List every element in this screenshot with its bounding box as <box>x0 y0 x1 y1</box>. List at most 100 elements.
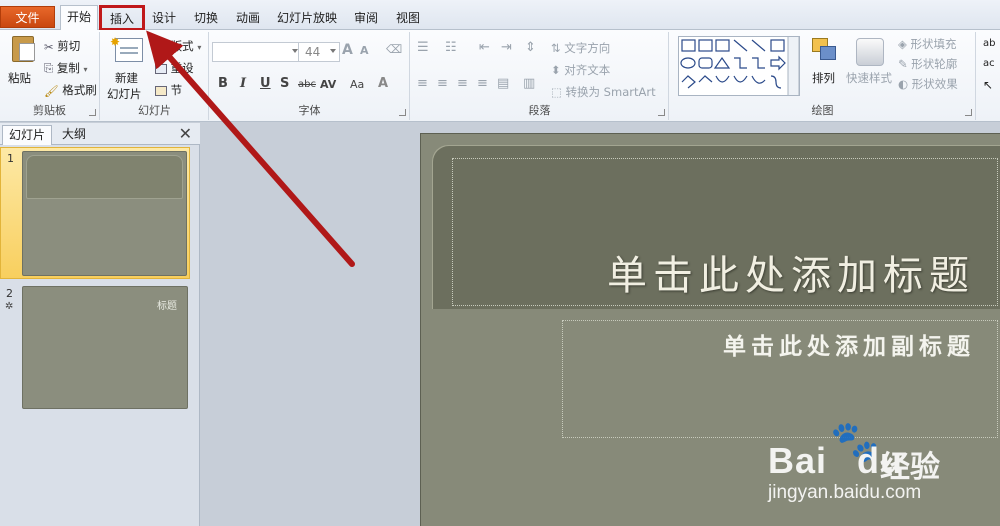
shrink-font-button[interactable]: A <box>360 44 369 57</box>
distributed-icon[interactable]: ▤ <box>497 76 509 91</box>
copy-button[interactable]: ⎘ 复制 ▾ <box>44 60 88 76</box>
justify-icon[interactable]: ≡ <box>477 76 488 91</box>
layout-button[interactable]: 版式 ▾ <box>155 38 201 54</box>
ribbon-tab-bar: 文件 开始 插入 设计 切换 动画 幻灯片放映 审阅 视图 <box>0 0 1000 31</box>
effects-icon: ◐ <box>898 77 909 91</box>
drawing-group-label: 绘图 <box>811 104 834 117</box>
align-text-button[interactable]: ⬍ 对齐文本 <box>551 62 610 78</box>
format-painter-button[interactable]: 🖌 格式刷 <box>44 82 97 98</box>
font-size-value: 44 <box>305 45 321 59</box>
drawing-launcher[interactable] <box>965 109 972 116</box>
scissors-icon: ✂ <box>44 39 54 54</box>
arrange-label: 排列 <box>812 71 835 85</box>
slide-number-1: 1 <box>7 152 14 165</box>
quick-styles-label: 快速样式 <box>846 71 892 85</box>
paste-button[interactable]: 粘贴 <box>8 34 38 88</box>
reset-button[interactable]: 重设 <box>155 60 194 76</box>
clipboard-launcher[interactable] <box>89 109 96 116</box>
replace-icon[interactable]: ac <box>983 58 995 69</box>
font-size-combo[interactable]: 44 <box>298 42 340 62</box>
align-text-icon: ⬍ <box>551 63 561 77</box>
reset-icon <box>155 63 167 74</box>
arrange-button[interactable]: 排列 <box>808 36 842 96</box>
font-group: 44 A A ⌫ B I U S abc AV Aa A 字体 <box>210 32 410 120</box>
shape-outline-button[interactable]: ✎ 形状轮廓 <box>898 56 957 72</box>
section-button[interactable]: 节 <box>155 82 182 98</box>
font-name-combo[interactable] <box>212 42 302 62</box>
clear-format-icon[interactable]: ⌫ <box>386 42 402 56</box>
tab-view[interactable]: 视图 <box>392 7 424 29</box>
numbering-icon[interactable]: ☷ <box>445 40 457 55</box>
select-icon[interactable]: ↖ <box>983 78 993 92</box>
close-icon[interactable]: ✕ <box>179 124 192 143</box>
change-case-button[interactable]: Aa <box>350 78 364 91</box>
shadow-button[interactable]: S <box>280 76 289 91</box>
tab-slideshow[interactable]: 幻灯片放映 <box>274 7 340 29</box>
font-group-label: 字体 <box>298 104 321 117</box>
layout-icon <box>155 41 167 52</box>
align-right-icon[interactable]: ≡ <box>457 76 468 91</box>
bold-button[interactable]: B <box>218 76 228 91</box>
tab-insert[interactable]: 插入 <box>99 5 145 31</box>
new-slide-button[interactable]: ✸ 新建 幻灯片 <box>105 34 151 101</box>
align-center-icon[interactable]: ≡ <box>437 76 448 91</box>
tab-outline-pane[interactable]: 大纲 <box>56 125 92 145</box>
subtitle-placeholder-text: 单击此处添加副标题 <box>723 334 975 360</box>
section-icon <box>155 85 167 96</box>
tab-design[interactable]: 设计 <box>148 7 180 29</box>
increase-indent-icon[interactable]: ⇥ <box>501 40 512 55</box>
clipboard-group: 粘贴 ✂ 剪切 ⎘ 复制 ▾ 🖌 格式刷 剪贴板 <box>0 32 100 120</box>
tab-transitions[interactable]: 切换 <box>190 7 222 29</box>
watermark-url: jingyan.baidu.com <box>768 482 922 503</box>
strikethrough-button[interactable]: abc <box>298 79 316 90</box>
title-placeholder-text: 单击此处添加标题 <box>607 253 975 299</box>
tab-slides-pane[interactable]: 幻灯片 <box>2 125 53 145</box>
decrease-indent-icon[interactable]: ⇤ <box>479 40 490 55</box>
columns-icon[interactable]: ▥ <box>523 76 535 91</box>
shape-fill-button[interactable]: ◈ 形状填充 <box>898 36 957 52</box>
slides-group: ✸ 新建 幻灯片 版式 ▾ 重设 节 幻灯片 <box>101 32 209 120</box>
pen-icon: ✎ <box>898 57 908 71</box>
convert-smartart-button[interactable]: ⬚ 转换为 SmartArt <box>551 84 656 100</box>
cut-button[interactable]: ✂ 剪切 <box>44 38 80 54</box>
find-icon[interactable]: ab <box>983 38 995 49</box>
grow-font-button[interactable]: A <box>342 42 353 58</box>
align-text-label: 对齐文本 <box>564 63 611 77</box>
text-direction-label: 文字方向 <box>564 41 611 55</box>
shape-effects-button[interactable]: ◐ 形状效果 <box>898 76 958 92</box>
thumbnail-title-band <box>26 155 183 199</box>
slide-number-2: 2 <box>6 287 13 300</box>
shape-fill-label: 形状填充 <box>910 37 957 51</box>
slide-thumbnail-2[interactable]: 标题 <box>22 286 188 409</box>
shape-effects-label: 形状效果 <box>911 77 958 91</box>
paragraph-launcher[interactable] <box>658 109 665 116</box>
thumbnail-2-title: 标题 <box>157 301 177 312</box>
tab-animations[interactable]: 动画 <box>232 7 264 29</box>
font-launcher[interactable] <box>399 109 406 116</box>
align-left-icon[interactable]: ≡ <box>417 76 428 91</box>
italic-button[interactable]: I <box>240 76 246 91</box>
ribbon: 粘贴 ✂ 剪切 ⎘ 复制 ▾ 🖌 格式刷 剪贴板 ✸ 新建 幻灯片 版式 ▾ 重… <box>0 30 1000 122</box>
copy-label: 复制 <box>56 61 80 75</box>
tab-file[interactable]: 文件 <box>0 6 55 28</box>
tab-review[interactable]: 审阅 <box>350 7 382 29</box>
section-label: 节 <box>170 83 183 97</box>
smartart-icon: ⬚ <box>551 85 562 99</box>
tab-home[interactable]: 开始 <box>60 5 98 30</box>
text-direction-button[interactable]: ⇅ 文字方向 <box>551 40 610 56</box>
shapes-gallery[interactable] <box>678 36 800 96</box>
quick-styles-button[interactable]: 快速样式 <box>846 36 896 96</box>
drawing-group: 排列 快速样式 ◈ 形状填充 ✎ 形状轮廓 ◐ 形状效果 绘图 <box>670 32 976 120</box>
new-slide-label-1: 新建 <box>115 71 138 85</box>
layout-label: 版式 <box>170 39 194 53</box>
slide-thumbnail-1[interactable] <box>22 151 187 276</box>
format-painter-label: 格式刷 <box>62 83 97 97</box>
underline-button[interactable]: U <box>260 76 271 91</box>
bullets-icon[interactable]: ☰ <box>417 40 429 55</box>
char-spacing-button[interactable]: AV <box>320 78 336 91</box>
font-color-button[interactable]: A <box>378 76 388 91</box>
title-placeholder[interactable]: 单击此处添加标题 <box>452 158 998 306</box>
line-spacing-icon[interactable]: ⇕ <box>525 40 536 55</box>
watermark-jingyan: 经验 <box>880 450 940 485</box>
editing-group: ab ac ↖ <box>977 32 1000 120</box>
